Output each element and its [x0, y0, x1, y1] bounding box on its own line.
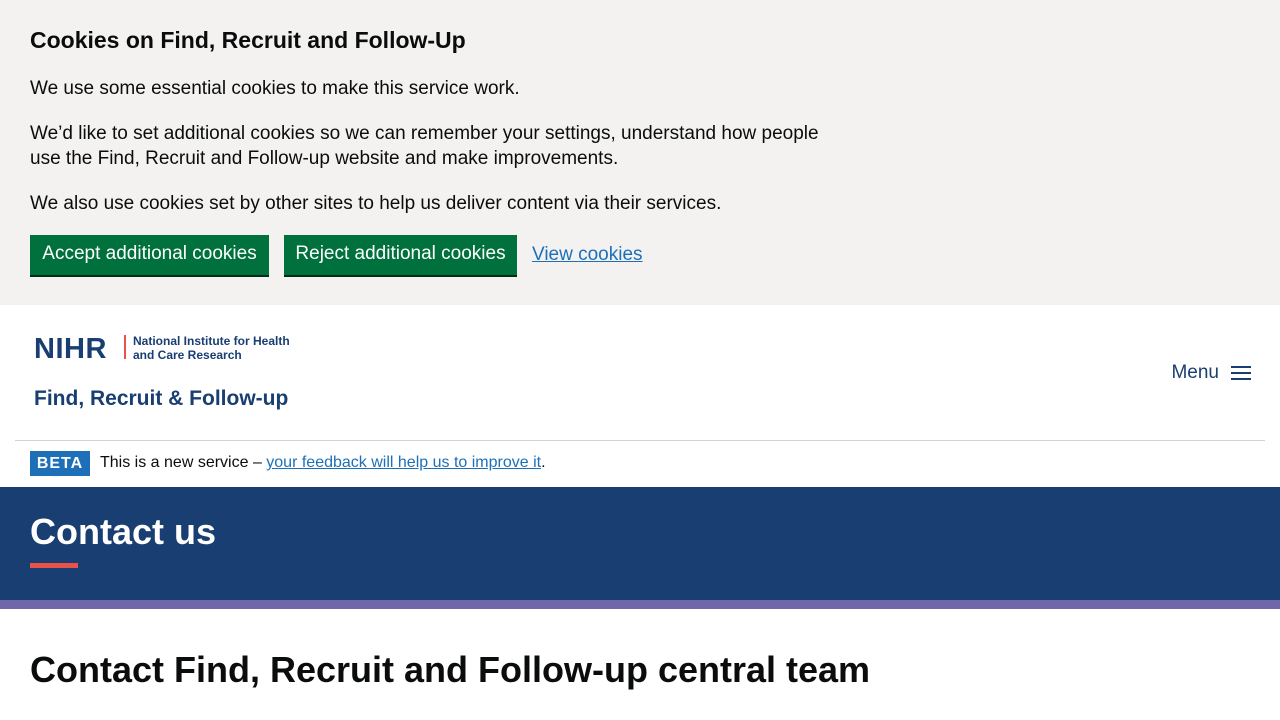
cookie-banner: Cookies on Find, Recruit and Follow-Up W…: [0, 0, 1280, 305]
logo-org-name: National Institute for Health and Care R…: [133, 334, 290, 362]
reject-cookies-button[interactable]: Reject additional cookies: [284, 235, 517, 275]
phase-banner: BETA This is a new service – your feedba…: [0, 441, 1280, 487]
beta-message: This is a new service – your feedback wi…: [100, 453, 546, 473]
menu-label: Menu: [1171, 362, 1219, 383]
feedback-link[interactable]: your feedback will help us to improve it: [266, 454, 541, 471]
menu-button[interactable]: Menu: [1171, 361, 1251, 385]
cookie-paragraph-additional: We’d like to set additional cookies so w…: [30, 123, 819, 169]
banner-accent-strip: [0, 600, 1280, 609]
cookie-banner-title: Cookies on Find, Recruit and Follow-Up: [30, 27, 466, 53]
beta-tag: BETA: [30, 451, 90, 476]
beta-text-after: .: [541, 454, 546, 471]
logo-service-name: Find, Recruit & Follow-up: [34, 387, 289, 410]
page-title-banner: Contact us: [0, 487, 1280, 600]
site-header: NIHR National Institute for Health and C…: [0, 305, 1280, 440]
view-cookies-link[interactable]: View cookies: [532, 243, 643, 267]
beta-text-before: This is a new service –: [100, 454, 267, 471]
logo-divider: [124, 335, 126, 359]
nihr-logo[interactable]: NIHR National Institute for Health and C…: [34, 333, 290, 415]
accept-cookies-button[interactable]: Accept additional cookies: [30, 235, 269, 275]
title-accent-bar: [30, 563, 78, 568]
cookie-paragraph-essential: We use some essential cookies to make th…: [30, 78, 520, 99]
hamburger-icon: [1231, 365, 1251, 381]
page-title: Contact us: [30, 511, 217, 552]
main-heading: Contact Find, Recruit and Follow-up cent…: [30, 649, 871, 690]
cookie-paragraph-third-party: We also use cookies set by other sites t…: [30, 193, 722, 214]
logo-mark: NIHR: [34, 333, 107, 365]
